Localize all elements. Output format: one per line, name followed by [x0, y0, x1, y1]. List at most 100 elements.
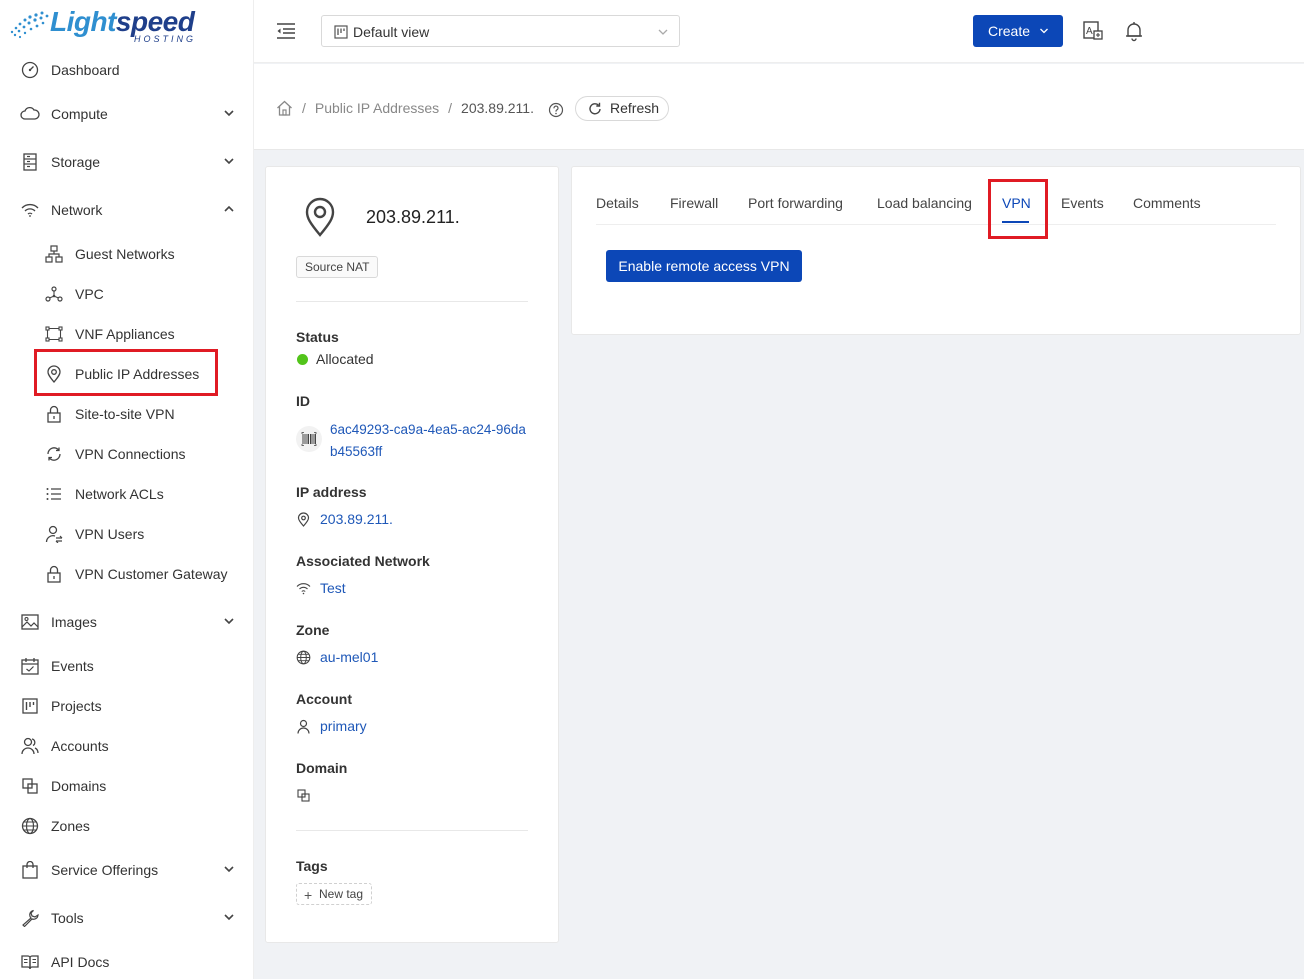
associated-network-link[interactable]: Test — [320, 580, 346, 596]
image-icon — [20, 612, 40, 632]
sidebar-item-label: VPC — [75, 286, 104, 302]
domain-label: Domain — [296, 760, 348, 776]
translate-icon[interactable]: A — [1082, 20, 1104, 42]
sidebar-item-images[interactable]: Images — [0, 602, 254, 642]
gateway-icon — [44, 324, 64, 344]
chevron-down-icon — [224, 110, 234, 117]
sidebar-item-label: VPN Customer Gateway — [75, 566, 228, 582]
sidebar-item-zones[interactable]: Zones — [0, 806, 254, 846]
status-label: Status — [296, 329, 339, 345]
sidebar-item-vpn-users[interactable]: VPN Users — [0, 514, 254, 554]
sidebar-item-projects[interactable]: Projects — [0, 686, 254, 726]
domains-icon — [20, 776, 40, 796]
sidebar-item-tools[interactable]: Tools — [0, 898, 254, 938]
tab-port-forwarding[interactable]: Port forwarding — [748, 195, 843, 211]
menu-fold-icon[interactable] — [276, 22, 296, 40]
sidebar-item-vnf-appliances[interactable]: VNF Appliances — [0, 314, 254, 354]
question-circle-icon[interactable] — [548, 102, 564, 118]
breadcrumb-public-ip-addresses[interactable]: Public IP Addresses — [315, 100, 439, 116]
new-tag-button[interactable]: + New tag — [296, 883, 373, 905]
sidebar-item-guest-networks[interactable]: Guest Networks — [0, 234, 254, 274]
user-switch-icon — [44, 524, 64, 544]
sidebar-item-dashboard[interactable]: Dashboard — [0, 50, 254, 90]
ip-address-link[interactable]: 203.89.211. — [320, 511, 393, 527]
sidebar-item-service-offerings[interactable]: Service Offerings — [0, 850, 254, 890]
wifi-icon — [296, 583, 311, 595]
location-pin-icon — [305, 197, 335, 237]
tab-details[interactable]: Details — [596, 195, 639, 211]
sidebar-item-label: Network — [51, 202, 103, 218]
enable-remote-access-vpn-button[interactable]: Enable remote access VPN — [606, 250, 802, 282]
id-label: ID — [296, 393, 310, 409]
chevron-down-icon — [224, 866, 234, 873]
sidebar-item-label: Events — [51, 658, 94, 674]
resource-info-card: 203.89.211. Source NAT Status Allocated … — [265, 166, 559, 943]
view-select-value: Default view — [353, 24, 430, 40]
sidebar-item-vpn-customer-gateway[interactable]: VPN Customer Gateway — [0, 554, 254, 594]
refresh-button-label: Refresh — [610, 100, 660, 116]
barcode-icon — [296, 426, 322, 452]
tab-events[interactable]: Events — [1061, 195, 1104, 211]
lock-icon — [44, 564, 64, 584]
account-link[interactable]: primary — [320, 718, 367, 734]
book-icon — [20, 952, 40, 972]
cluster-icon — [44, 244, 64, 264]
refresh-icon — [589, 102, 601, 115]
sidebar-item-storage[interactable]: Storage — [0, 142, 254, 182]
breadcrumb-current: 203.89.211. — [461, 100, 534, 116]
account-label: Account — [296, 691, 352, 707]
lock-icon — [44, 404, 64, 424]
sync-icon — [44, 444, 64, 464]
tab-load-balancing[interactable]: Load balancing — [877, 195, 972, 211]
chevron-down-icon — [1040, 28, 1048, 34]
tab-comments[interactable]: Comments — [1133, 195, 1201, 211]
sidebar-item-label: Network ACLs — [75, 486, 164, 502]
tags-label: Tags — [296, 858, 328, 874]
tab-bar: Details Firewall Port forwarding Load ba… — [596, 185, 1276, 225]
sidebar-item-site-to-site-vpn[interactable]: Site-to-site VPN — [0, 394, 254, 434]
sidebar-item-network-acls[interactable]: Network ACLs — [0, 474, 254, 514]
sidebar-item-network[interactable]: Network — [0, 190, 254, 230]
tab-firewall[interactable]: Firewall — [670, 195, 718, 211]
storage-icon — [20, 152, 40, 172]
calendar-icon — [20, 656, 40, 676]
user-icon — [297, 719, 310, 734]
sidebar-item-label: Domains — [51, 778, 107, 794]
sidebar-item-compute[interactable]: Compute — [0, 94, 254, 134]
lightspeed-logo[interactable]: Lightspeed HOSTING — [6, 6, 196, 46]
domains-icon[interactable] — [296, 788, 311, 803]
view-select[interactable]: Default view — [321, 15, 680, 47]
chevron-down-icon — [224, 914, 234, 921]
create-button[interactable]: Create — [973, 15, 1063, 47]
id-value-link[interactable]: 6ac49293-ca9a-4ea5-ac24-96dab45563ff — [330, 419, 530, 463]
shopping-bag-icon — [20, 860, 40, 880]
sidebar-item-events[interactable]: Events — [0, 646, 254, 686]
sidebar-item-vpc[interactable]: VPC — [0, 274, 254, 314]
source-nat-badge: Source NAT — [296, 256, 379, 278]
sidebar-item-vpn-connections[interactable]: VPN Connections — [0, 434, 254, 474]
users-icon — [20, 736, 40, 756]
cloud-icon — [20, 104, 40, 124]
bell-icon[interactable] — [1123, 20, 1145, 42]
top-bar: Default view Create A — [254, 0, 1304, 63]
refresh-button[interactable]: Refresh — [575, 96, 669, 121]
list-icon — [44, 484, 64, 504]
divider — [296, 301, 528, 302]
status-value: Allocated — [316, 351, 374, 367]
sidebar-item-label: Projects — [51, 698, 102, 714]
wifi-icon — [20, 200, 40, 220]
divider — [296, 830, 528, 831]
dashboard-icon — [20, 60, 40, 80]
ip-address-label: IP address — [296, 484, 367, 500]
sidebar-item-label: Accounts — [51, 738, 109, 754]
breadcrumb-separator: / — [302, 100, 306, 116]
sidebar-item-label: Tools — [51, 910, 84, 926]
sidebar-item-accounts[interactable]: Accounts — [0, 726, 254, 766]
sidebar-item-domains[interactable]: Domains — [0, 766, 254, 806]
page-header: / Public IP Addresses / 203.89.211. Refr… — [254, 64, 1304, 150]
sidebar-item-api-docs[interactable]: API Docs — [0, 942, 254, 979]
globe-icon — [296, 650, 311, 665]
active-tab-highlight — [988, 179, 1048, 239]
home-icon[interactable] — [276, 100, 293, 116]
zone-link[interactable]: au-mel01 — [320, 649, 378, 665]
